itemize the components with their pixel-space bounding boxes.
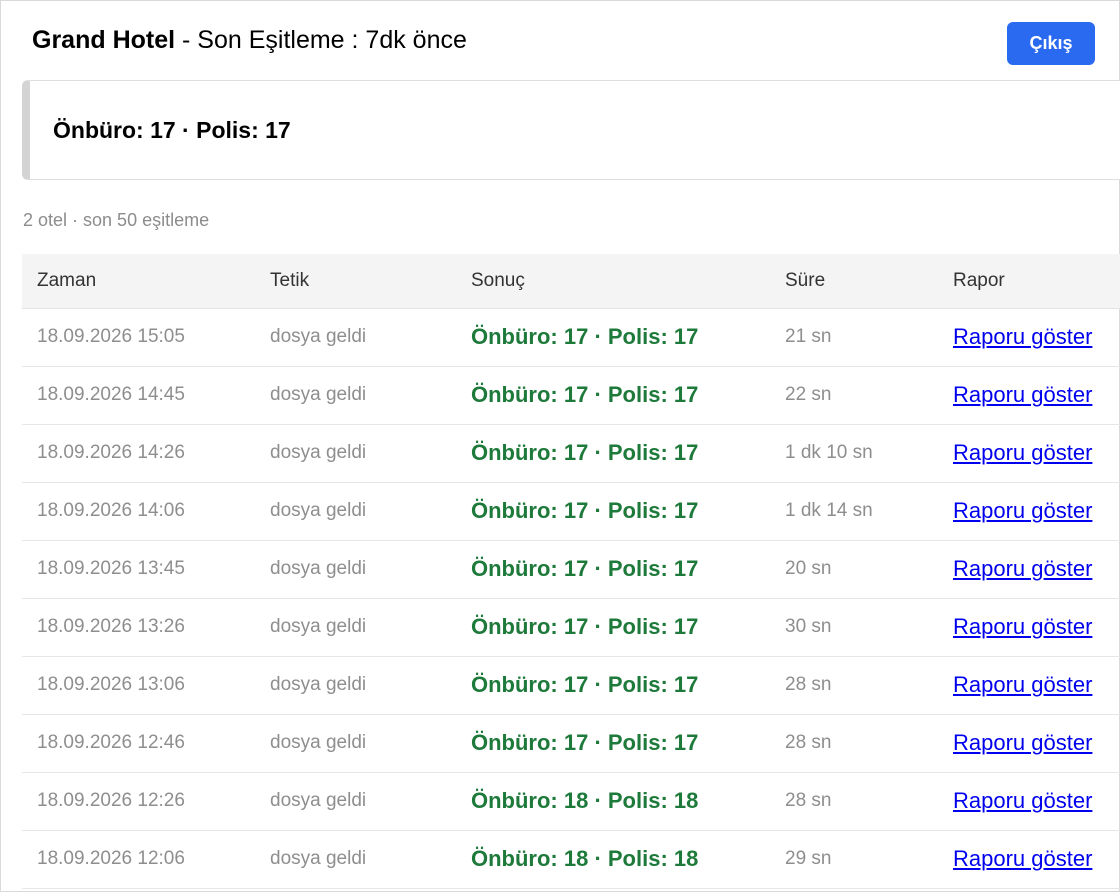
table-row: 18.09.2026 13:26 dosya geldi Önbüro: 17 · … [22, 598, 1120, 656]
table-row: 18.09.2026 15:05 dosya geldi Önbüro: 17 · … [22, 308, 1120, 366]
result-cell: Önbüro: 17 · Polis: 17 [471, 614, 699, 639]
show-report-link[interactable]: Raporu göster [953, 788, 1092, 813]
time-cell: 18.09.2026 13:06 [37, 674, 185, 695]
result-cell: Önbüro: 17 · Polis: 17 [471, 556, 699, 581]
result-cell: Önbüro: 17 · Polis: 17 [471, 672, 699, 697]
trigger-cell: dosya geldi [270, 326, 367, 347]
show-report-link[interactable]: Raporu göster [953, 672, 1092, 697]
table-header-row: Zaman Tetik Sonuç Süre Rapor [22, 254, 1120, 309]
duration-cell: 30 sn [785, 616, 832, 637]
trigger-cell: dosya geldi [270, 558, 367, 579]
table-row: 18.09.2026 14:06 dosya geldi Önbüro: 17 · … [22, 482, 1120, 540]
table-meta-text: 2 otel · son 50 eşitleme [23, 210, 210, 230]
show-report-link[interactable]: Raporu göster [953, 846, 1092, 871]
trigger-cell: dosya geldi [270, 616, 367, 637]
result-cell: Önbüro: 17 · Polis: 17 [471, 440, 699, 465]
trigger-cell: dosya geldi [270, 848, 367, 869]
table-row: 18.09.2026 14:45 dosya geldi Önbüro: 17 · … [22, 366, 1120, 424]
summary-card: Önbüro: 17 · Polis: 17 [22, 80, 1120, 180]
duration-cell: 1 dk 10 sn [785, 442, 873, 463]
time-cell: 18.09.2026 15:05 [37, 326, 185, 347]
duration-cell: 28 sn [785, 674, 832, 695]
time-cell: 18.09.2026 12:06 [37, 848, 185, 869]
sync-history-table: Zaman Tetik Sonuç Süre Rapor 18.09.2026 … [22, 254, 1120, 889]
duration-cell: 21 sn [785, 326, 832, 347]
show-report-link[interactable]: Raporu göster [953, 614, 1092, 639]
table-row: 18.09.2026 12:46 dosya geldi Önbüro: 17 · … [22, 714, 1120, 772]
report-cell: Raporu göster [938, 598, 1120, 656]
time-cell: 18.09.2026 14:26 [37, 442, 185, 463]
last-sync-text: - Son Eşitleme : 7dk önce [175, 25, 467, 54]
trigger-cell: dosya geldi [270, 500, 367, 521]
report-cell: Raporu göster [938, 482, 1120, 540]
show-report-link[interactable]: Raporu göster [953, 440, 1092, 465]
time-cell: 18.09.2026 14:06 [37, 500, 185, 521]
column-header-report: Rapor [938, 254, 1120, 309]
column-header-time: Zaman [22, 254, 255, 309]
show-report-link[interactable]: Raporu göster [953, 324, 1092, 349]
table-row: 18.09.2026 14:26 dosya geldi Önbüro: 17 · … [22, 424, 1120, 482]
duration-cell: 28 sn [785, 790, 832, 811]
result-cell: Önbüro: 18 · Polis: 18 [471, 846, 699, 871]
result-cell: Önbüro: 17 · Polis: 17 [471, 730, 699, 755]
column-header-trigger: Tetik [255, 254, 456, 309]
time-cell: 18.09.2026 13:45 [37, 558, 185, 579]
report-cell: Raporu göster [938, 714, 1120, 772]
trigger-cell: dosya geldi [270, 790, 367, 811]
show-report-link[interactable]: Raporu göster [953, 730, 1092, 755]
show-report-link[interactable]: Raporu göster [953, 382, 1092, 407]
trigger-cell: dosya geldi [270, 384, 367, 405]
report-cell: Raporu göster [938, 656, 1120, 714]
trigger-cell: dosya geldi [270, 732, 367, 753]
table-row: 18.09.2026 13:06 dosya geldi Önbüro: 17 · … [22, 656, 1120, 714]
duration-cell: 29 sn [785, 848, 832, 869]
result-cell: Önbüro: 18 · Polis: 18 [471, 788, 699, 813]
time-cell: 18.09.2026 12:46 [37, 732, 185, 753]
table-row: 18.09.2026 12:26 dosya geldi Önbüro: 18 · … [22, 772, 1120, 830]
column-header-duration: Süre [770, 254, 938, 309]
duration-cell: 1 dk 14 sn [785, 500, 873, 521]
report-cell: Raporu göster [938, 540, 1120, 598]
report-cell: Raporu göster [938, 772, 1120, 830]
table-row: 18.09.2026 12:06 dosya geldi Önbüro: 18 · … [22, 830, 1120, 888]
column-header-result: Sonuç [456, 254, 770, 309]
trigger-cell: dosya geldi [270, 442, 367, 463]
time-cell: 18.09.2026 13:26 [37, 616, 185, 637]
time-cell: 18.09.2026 12:26 [37, 790, 185, 811]
show-report-link[interactable]: Raporu göster [953, 498, 1092, 523]
time-cell: 18.09.2026 14:45 [37, 384, 185, 405]
logout-button[interactable]: Çıkış [1007, 22, 1095, 65]
page-header: Grand Hotel - Son Eşitleme : 7dk önce [32, 22, 467, 58]
hotel-name: Grand Hotel [32, 25, 176, 54]
report-cell: Raporu göster [938, 424, 1120, 482]
duration-cell: 22 sn [785, 384, 832, 405]
show-report-link[interactable]: Raporu göster [953, 556, 1092, 581]
report-cell: Raporu göster [938, 308, 1120, 366]
trigger-cell: dosya geldi [270, 674, 367, 695]
summary-text: Önbüro: 17 · Polis: 17 [53, 116, 291, 143]
result-cell: Önbüro: 17 · Polis: 17 [471, 382, 699, 407]
report-cell: Raporu göster [938, 830, 1120, 888]
duration-cell: 20 sn [785, 558, 832, 579]
duration-cell: 28 sn [785, 732, 832, 753]
result-cell: Önbüro: 17 · Polis: 17 [471, 498, 699, 523]
result-cell: Önbüro: 17 · Polis: 17 [471, 324, 699, 349]
report-cell: Raporu göster [938, 366, 1120, 424]
table-row: 18.09.2026 13:45 dosya geldi Önbüro: 17 · … [22, 540, 1120, 598]
